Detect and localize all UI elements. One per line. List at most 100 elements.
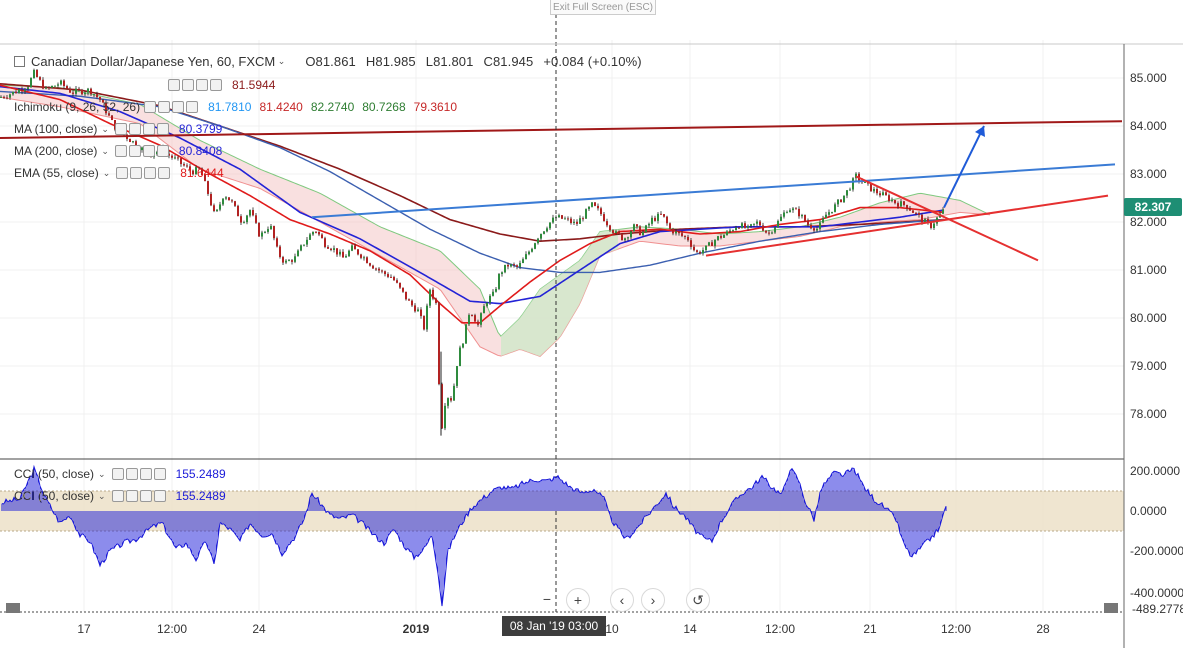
eye-icon[interactable] — [144, 101, 157, 113]
settings-icon[interactable] — [139, 490, 152, 502]
symbol-title: Canadian Dollar/Japanese Yen, 60, FXCM ⌄… — [14, 52, 642, 70]
candle-body — [540, 233, 542, 239]
chevron-down-icon[interactable]: ⌄ — [101, 146, 109, 157]
candle-body — [915, 212, 917, 214]
indicator-ma100[interactable]: MA (100, close) ⌄ 80.3799 — [14, 120, 222, 138]
indicator-cci-1[interactable]: CCI (50, close) ⌄ 155.2489 — [14, 465, 226, 483]
candle-body — [330, 248, 332, 250]
candle-body — [318, 231, 320, 235]
gear-icon[interactable] — [128, 145, 141, 157]
candle-body — [702, 250, 704, 254]
candle-body — [552, 217, 554, 223]
candle-body — [222, 198, 224, 205]
candle-body — [405, 291, 407, 300]
gear-icon[interactable] — [130, 167, 143, 179]
scroll-left-button[interactable]: ‹ — [610, 588, 634, 612]
close-icon[interactable] — [156, 123, 169, 135]
close-icon[interactable] — [156, 145, 169, 157]
cci-tick: -400.0000 — [1130, 586, 1183, 600]
candle-body — [909, 208, 911, 211]
exit-fullscreen-button[interactable]: Exit Full Screen (ESC) — [550, 0, 656, 15]
gear-icon[interactable] — [158, 101, 171, 113]
chevron-down-icon[interactable]: ⌄ — [98, 491, 106, 502]
candle-body — [816, 228, 818, 231]
settings-icon[interactable] — [142, 123, 155, 135]
chevron-down-icon[interactable]: ⌄ — [101, 124, 109, 135]
close-icon[interactable] — [186, 101, 199, 113]
eye-icon[interactable] — [116, 167, 129, 179]
price-tick: 79.000 — [1130, 359, 1167, 373]
indicator-cci-2[interactable]: CCI (50, close) ⌄ 155.2489 — [14, 487, 226, 505]
candle-body — [735, 227, 737, 231]
zoom-in-button[interactable]: + — [566, 588, 590, 612]
settings-icon[interactable] — [142, 145, 155, 157]
candle-body — [501, 272, 503, 275]
candle-body — [597, 205, 599, 209]
candle-body — [342, 251, 344, 258]
zoom-out-button[interactable]: − — [536, 588, 558, 610]
candle-body — [264, 231, 266, 233]
settings-icon[interactable] — [196, 79, 208, 91]
settings-icon[interactable] — [139, 468, 152, 480]
price-tick: 80.000 — [1130, 311, 1167, 325]
collapse-icon[interactable] — [14, 55, 25, 67]
cci-tick: 0.0000 — [1130, 504, 1167, 518]
candle-body — [240, 216, 242, 223]
candle-body — [450, 398, 452, 401]
settings-icon[interactable] — [144, 167, 157, 179]
candle-body — [561, 215, 563, 219]
candle-body — [759, 221, 761, 226]
candle-body — [783, 212, 785, 217]
reset-chart-button[interactable]: ↺ — [686, 588, 710, 612]
candle-body — [468, 315, 470, 325]
cci-name: CCI (50, close) — [14, 467, 95, 481]
eye-icon[interactable] — [114, 145, 127, 157]
settings-icon[interactable] — [172, 101, 185, 113]
close-icon[interactable] — [153, 490, 166, 502]
eye-icon[interactable] — [111, 490, 124, 502]
time-tick: 28 — [1036, 622, 1050, 636]
candle-body — [669, 223, 671, 229]
close-icon[interactable] — [153, 468, 166, 480]
candle-body — [837, 199, 839, 205]
gear-icon[interactable] — [128, 123, 141, 135]
candle-body — [255, 215, 257, 223]
indicator-ma200[interactable]: MA (200, close) ⌄ 80.8408 — [14, 142, 222, 160]
candle-body — [726, 231, 728, 236]
candle-body — [213, 205, 215, 212]
projection-arrow — [943, 125, 985, 209]
chevron-down-icon[interactable]: ⌄ — [103, 168, 111, 179]
candle-body — [606, 221, 608, 226]
scroll-right-button[interactable]: › — [641, 588, 665, 612]
candle-body — [579, 218, 581, 224]
candle-body — [780, 216, 782, 221]
ichimoku-conversion: 81.7810 — [208, 100, 252, 114]
price-tick: 81.000 — [1130, 263, 1167, 277]
gear-icon[interactable] — [125, 490, 138, 502]
indicator-ichimoku[interactable]: Ichimoku (9, 26, 52, 26) 81.7810 81.4240… — [14, 98, 457, 116]
eye-icon[interactable] — [168, 79, 180, 91]
candle-body — [369, 263, 371, 266]
candle-body — [729, 230, 731, 232]
indicator-row-1[interactable]: 81.5944 — [14, 76, 275, 94]
candle-body — [309, 234, 311, 240]
chevron-down-icon[interactable]: ⌄ — [275, 56, 286, 67]
gear-icon[interactable] — [182, 79, 194, 91]
chevron-down-icon[interactable]: ⌄ — [98, 469, 106, 480]
candle-body — [582, 218, 584, 220]
candle-body — [492, 291, 494, 296]
eye-icon[interactable] — [114, 123, 127, 135]
candle-body — [603, 214, 605, 222]
candle-body — [882, 192, 884, 196]
candle-body — [300, 245, 302, 251]
close-icon[interactable] — [210, 79, 222, 91]
candle-body — [339, 251, 341, 255]
indicator-ema55[interactable]: EMA (55, close) ⌄ 81.6444 — [14, 164, 224, 182]
ichimoku-base: 81.4240 — [259, 100, 303, 114]
eye-icon[interactable] — [111, 468, 124, 480]
close-icon[interactable] — [158, 167, 171, 179]
candle-body — [411, 300, 413, 306]
gear-icon[interactable] — [125, 468, 138, 480]
candle-body — [366, 257, 368, 264]
ma200-value: 80.8408 — [178, 144, 223, 158]
